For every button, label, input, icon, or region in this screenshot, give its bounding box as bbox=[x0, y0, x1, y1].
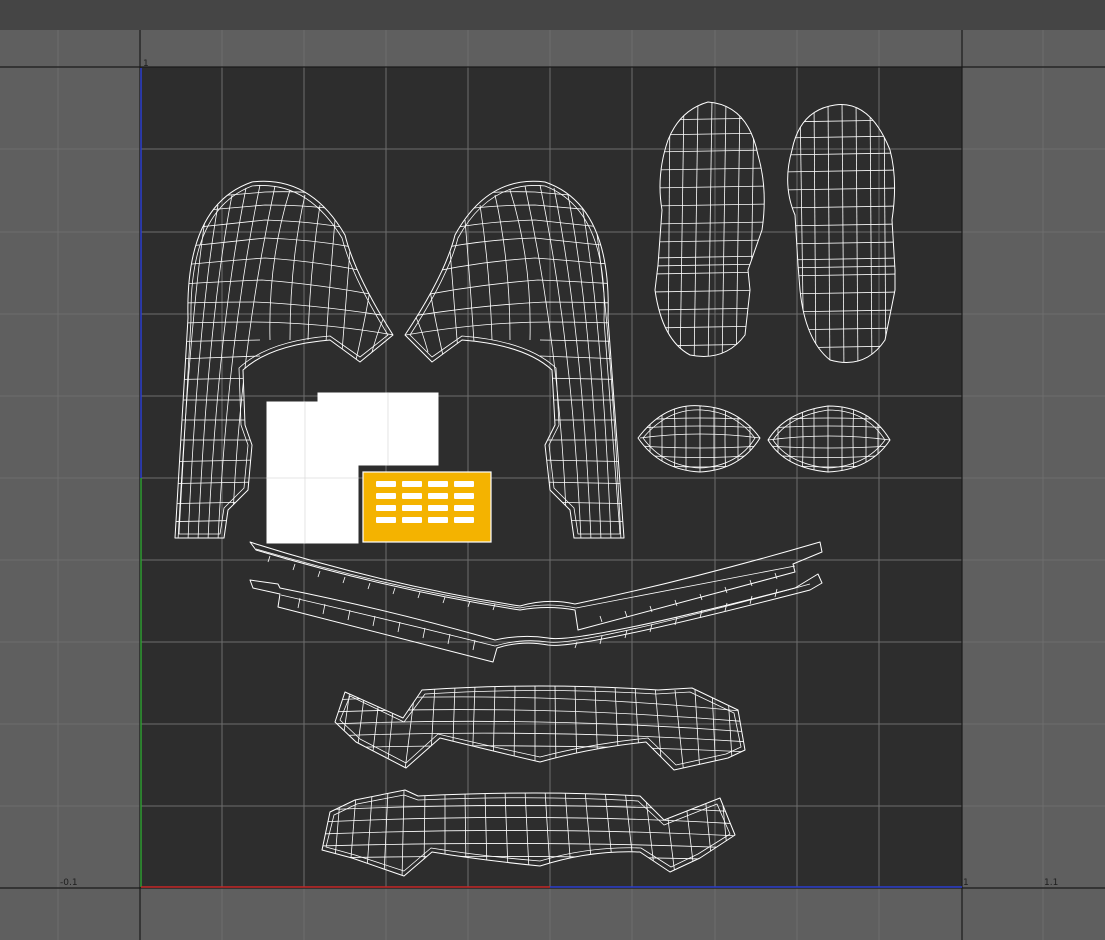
uv-label-u-one: 1 bbox=[963, 878, 969, 888]
selected-grid-shell[interactable] bbox=[362, 471, 492, 543]
uv-label-u-minus: -0.1 bbox=[60, 878, 78, 888]
uv-editor-viewport[interactable]: 1 -0.1 1 1.1 bbox=[0, 30, 1105, 940]
uv-label-top-left: 1 bbox=[143, 59, 149, 69]
viewport-toolbar bbox=[0, 0, 1105, 30]
uv-label-u-plus: 1.1 bbox=[1044, 878, 1059, 888]
